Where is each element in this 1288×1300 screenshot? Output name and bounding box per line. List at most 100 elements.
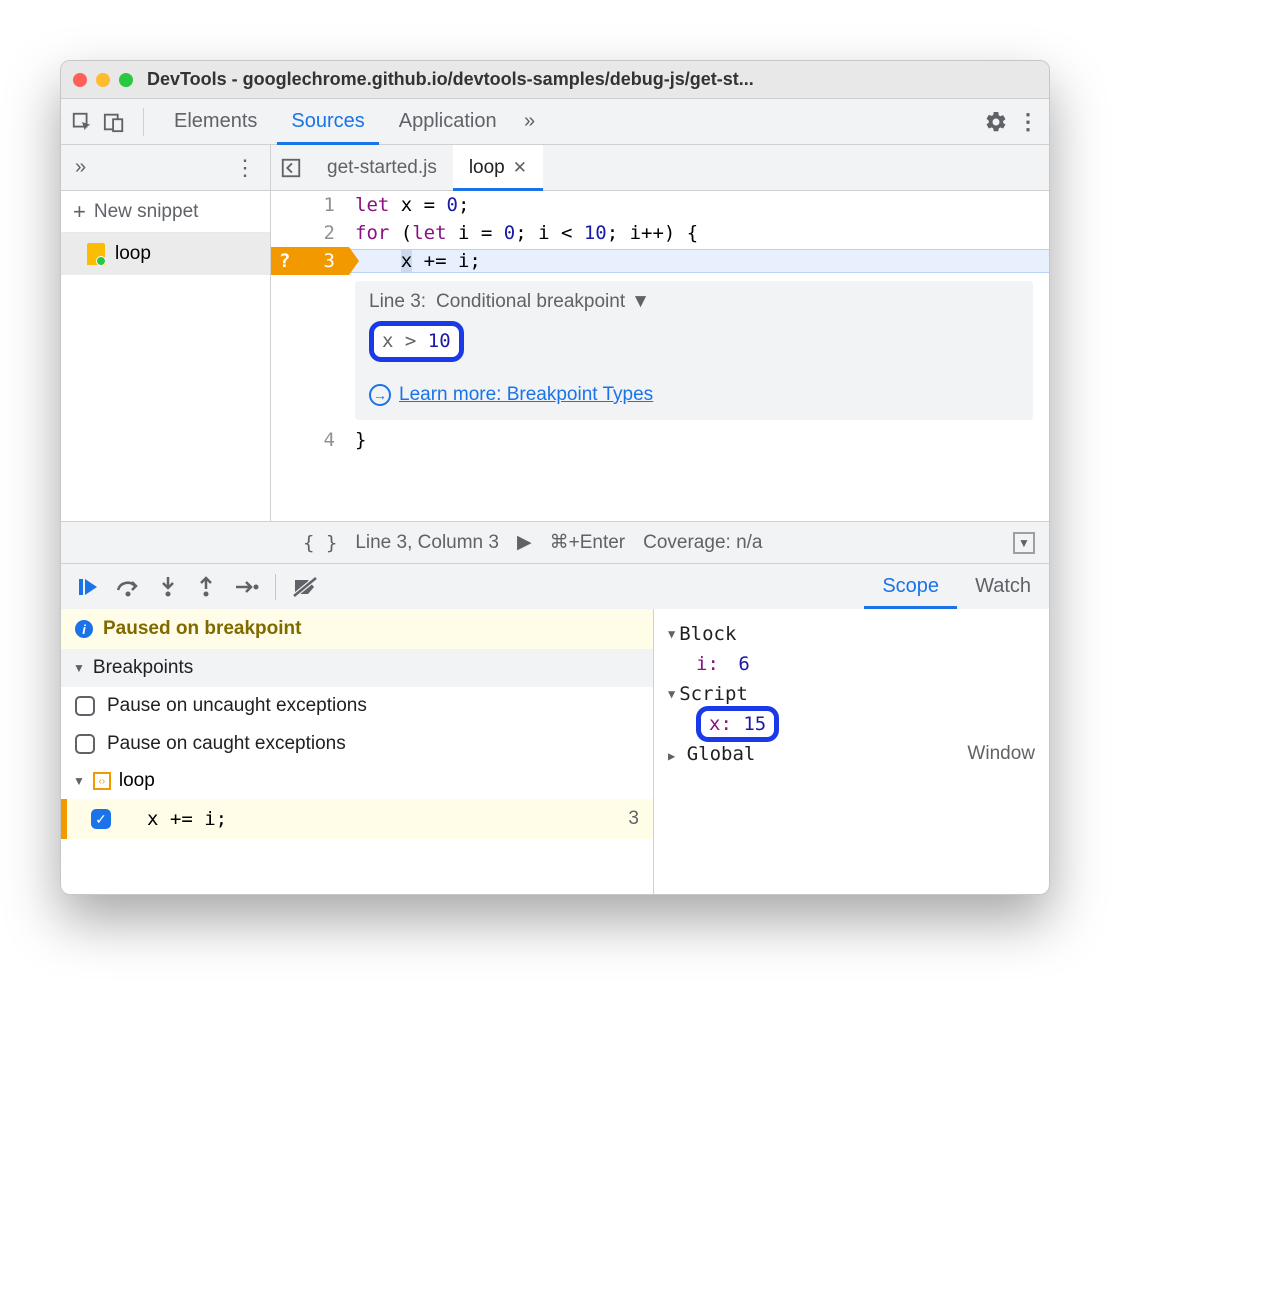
debugger-toolbar: Scope Watch xyxy=(61,563,1049,609)
scope-block-header[interactable]: ▼ Block xyxy=(668,619,1035,649)
coverage-label: Coverage: n/a xyxy=(643,532,762,554)
editor-area: + New snippet loop 1 let x = 0; 2 for (l… xyxy=(61,191,1049,521)
main-toolbar: Elements Sources Application » ⋮ xyxy=(61,99,1049,145)
devtools-window: DevTools - googlechrome.github.io/devtoo… xyxy=(60,60,1050,895)
pause-uncaught-label: Pause on uncaught exceptions xyxy=(107,695,367,717)
navigator-header: » ⋮ xyxy=(61,145,271,190)
scope-block-label: Block xyxy=(679,623,736,645)
scope-var-x[interactable]: x: 15 xyxy=(668,709,1035,739)
step-out-icon[interactable] xyxy=(195,575,217,599)
learn-more-link[interactable]: Learn more: Breakpoint Types xyxy=(399,384,653,406)
snippets-sidebar: + New snippet loop xyxy=(61,191,271,521)
tab-elements[interactable]: Elements xyxy=(160,99,271,145)
snippet-item-loop[interactable]: loop xyxy=(61,233,270,275)
kebab-menu-icon[interactable]: ⋮ xyxy=(1015,109,1041,135)
checkbox-breakpoint-enabled[interactable]: ✓ xyxy=(91,809,111,829)
new-snippet-button[interactable]: + New snippet xyxy=(61,191,270,233)
scope-panel: ▼ Block i: 6 ▼ Script x: 15 ▶ Global Win… xyxy=(654,609,1049,894)
settings-icon[interactable] xyxy=(983,109,1009,135)
breakpoint-condition-input[interactable]: x > 10 xyxy=(369,321,464,362)
tab-watch[interactable]: Watch xyxy=(957,564,1049,609)
maximize-window-button[interactable] xyxy=(119,73,133,87)
more-navigator-icon[interactable]: » xyxy=(75,156,86,179)
step-icon[interactable] xyxy=(233,577,259,597)
collapse-icon[interactable]: ▼ xyxy=(1013,532,1035,554)
divider xyxy=(275,574,276,600)
plus-icon: + xyxy=(73,199,86,225)
pause-caught-row[interactable]: Pause on caught exceptions xyxy=(61,725,653,763)
checkbox-uncaught[interactable] xyxy=(75,696,95,716)
minimize-window-button[interactable] xyxy=(96,73,110,87)
breakpoint-editor-popover: Line 3: Conditional breakpoint ▼ x > 10 … xyxy=(355,281,1033,420)
file-tab-label: loop xyxy=(469,157,505,179)
window-title: DevTools - googlechrome.github.io/devtoo… xyxy=(147,69,754,90)
breakpoints-section-header[interactable]: ▼ Breakpoints xyxy=(61,649,653,687)
scope-global-label: Global xyxy=(687,743,756,765)
paused-banner: i Paused on breakpoint xyxy=(61,609,653,649)
step-over-icon[interactable] xyxy=(115,576,141,598)
scope-script-header[interactable]: ▼ Script xyxy=(668,679,1035,709)
new-snippet-label: New snippet xyxy=(94,201,199,223)
execute-shortcut: ⌘+Enter xyxy=(550,531,626,554)
divider xyxy=(143,108,144,136)
line-number[interactable]: 2 xyxy=(271,219,349,247)
navigator-menu-icon[interactable]: ⋮ xyxy=(234,155,256,181)
breakpoints-label: Breakpoints xyxy=(93,657,193,679)
scope-script-label: Script xyxy=(679,683,748,705)
traffic-lights xyxy=(73,73,133,87)
checkbox-caught[interactable] xyxy=(75,734,95,754)
file-tab-label: get-started.js xyxy=(327,157,437,179)
resume-icon[interactable] xyxy=(75,575,99,599)
breakpoint-type-label: Conditional breakpoint xyxy=(436,291,625,313)
tab-application[interactable]: Application xyxy=(385,99,511,145)
line-number[interactable]: 4 xyxy=(271,426,349,454)
breakpoint-file-name: loop xyxy=(119,770,155,792)
code-line-3[interactable]: 3 x += i; xyxy=(271,247,1049,275)
scope-global-value: Window xyxy=(967,743,1035,765)
titlebar: DevTools - googlechrome.github.io/devtoo… xyxy=(61,61,1049,99)
chevron-down-icon: ▼ xyxy=(631,291,650,313)
scope-global-header[interactable]: ▶ Global Window xyxy=(668,739,1035,769)
tab-sources[interactable]: Sources xyxy=(277,99,378,145)
close-window-button[interactable] xyxy=(73,73,87,87)
deactivate-breakpoints-icon[interactable] xyxy=(292,576,318,598)
code-line-2[interactable]: 2 for (let i = 0; i < 10; i++) { xyxy=(271,219,1049,247)
arrow-right-circle-icon: → xyxy=(369,384,391,406)
pretty-print-icon[interactable]: { } xyxy=(303,532,337,554)
line-number-breakpoint[interactable]: 3 xyxy=(271,247,349,275)
pause-uncaught-row[interactable]: Pause on uncaught exceptions xyxy=(61,687,653,725)
tab-scope[interactable]: Scope xyxy=(864,564,957,609)
editor-status-bar: { } Line 3, Column 3 ▶ ⌘+Enter Coverage:… xyxy=(61,521,1049,563)
step-into-icon[interactable] xyxy=(157,575,179,599)
breakpoint-file-row[interactable]: ▼ ‹› loop xyxy=(61,763,653,799)
disclosure-triangle-icon: ▼ xyxy=(73,774,85,788)
file-tab-bar: » ⋮ get-started.js loop ✕ xyxy=(61,145,1049,191)
inspect-element-icon[interactable] xyxy=(69,109,95,135)
snippet-name: loop xyxy=(115,243,151,265)
code-editor[interactable]: 1 let x = 0; 2 for (let i = 0; i < 10; i… xyxy=(271,191,1049,521)
file-tab-loop[interactable]: loop ✕ xyxy=(453,145,543,191)
highlighted-value: x: 15 xyxy=(696,706,779,742)
line-number[interactable]: 1 xyxy=(271,191,349,219)
snippet-file-icon xyxy=(87,243,105,265)
scope-var-i[interactable]: i: 6 xyxy=(668,649,1035,679)
breakpoint-line-row[interactable]: ✓ x += i; 3 xyxy=(61,799,653,839)
code-line-4[interactable]: 4 } xyxy=(271,426,1049,454)
breakpoint-code: x += i; xyxy=(123,808,616,830)
disclosure-triangle-icon: ▼ xyxy=(668,627,675,641)
cursor-position: Line 3, Column 3 xyxy=(355,532,499,554)
file-tab-get-started[interactable]: get-started.js xyxy=(311,145,453,191)
file-nav-icon[interactable] xyxy=(271,157,311,179)
disclosure-triangle-icon: ▼ xyxy=(73,661,85,675)
play-icon[interactable]: ▶ xyxy=(517,531,532,554)
code-line-1[interactable]: 1 let x = 0; xyxy=(271,191,1049,219)
close-tab-icon[interactable]: ✕ xyxy=(513,158,527,178)
device-toolbar-icon[interactable] xyxy=(101,109,127,135)
debugger-panels: i Paused on breakpoint ▼ Breakpoints Pau… xyxy=(61,609,1049,894)
breakpoint-line-label: Line 3: xyxy=(369,291,426,313)
highlighted-variable: x xyxy=(401,250,412,272)
debugger-left-panel: i Paused on breakpoint ▼ Breakpoints Pau… xyxy=(61,609,654,894)
paused-message: Paused on breakpoint xyxy=(103,618,301,640)
more-tabs-icon[interactable]: » xyxy=(517,109,543,135)
breakpoint-type-dropdown[interactable]: Conditional breakpoint ▼ xyxy=(436,291,650,313)
